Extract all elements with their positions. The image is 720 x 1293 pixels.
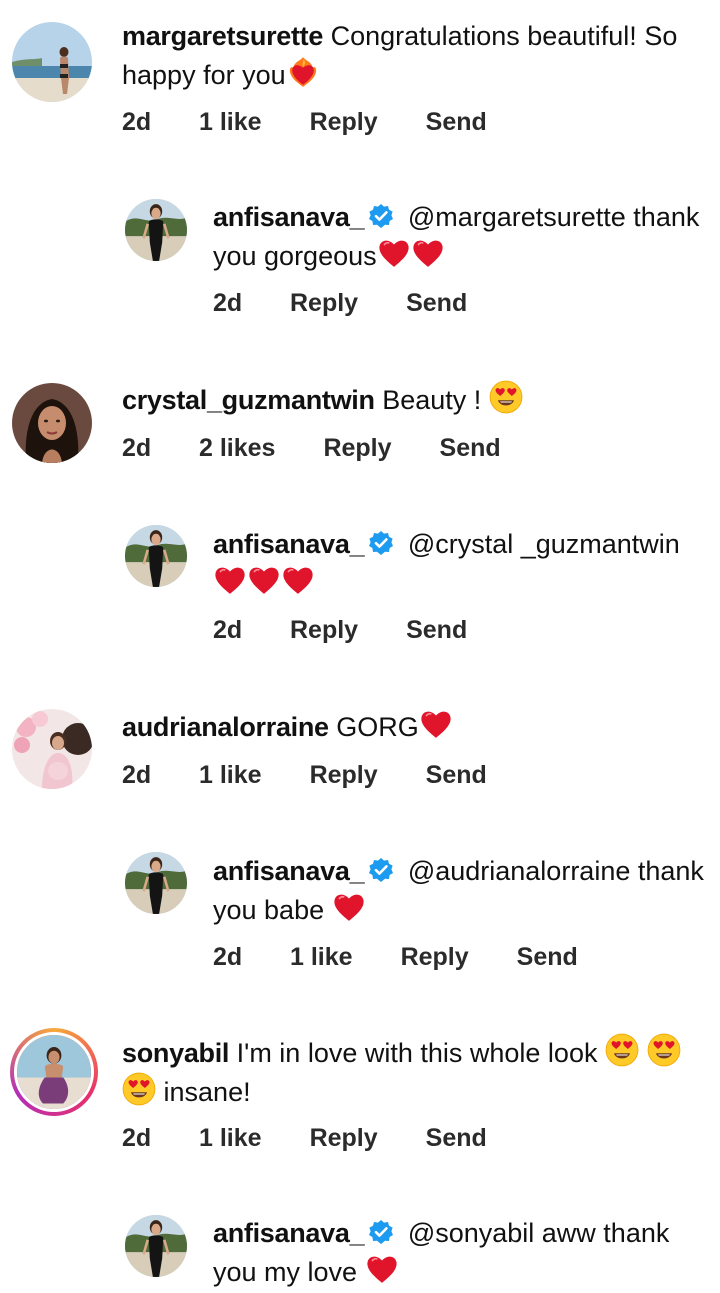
comment-text: margaretsurette Congratulations beautifu… [122, 18, 707, 94]
likes-count[interactable]: 1 like [199, 1124, 262, 1153]
send-button[interactable]: Send [517, 943, 578, 972]
profile-photo-avatar[interactable] [125, 852, 187, 914]
comment-username[interactable]: margaretsurette [122, 21, 323, 51]
fitness-photo-avatar[interactable] [10, 1028, 98, 1116]
red-heart-icon [281, 563, 315, 597]
pink-balloons-avatar[interactable] [12, 709, 92, 789]
comment-text: crystal_guzmantwin Beauty ! [122, 380, 707, 419]
comment-username[interactable]: anfisanava_ [213, 856, 365, 886]
comment-timestamp: 2d [213, 942, 243, 971]
comment-username[interactable]: anfisanava_ [213, 529, 365, 559]
send-button[interactable]: Send [406, 616, 467, 645]
comment-actions: 2d 1 like Reply Send [122, 758, 487, 792]
comment-body: GORG [336, 712, 419, 742]
send-button[interactable]: Send [406, 289, 467, 318]
comment-body: Beauty ! [382, 385, 482, 415]
red-heart-icon [213, 563, 247, 597]
red-heart-icon [419, 707, 453, 741]
reply-button[interactable]: Reply [310, 761, 378, 790]
comment-timestamp: 2d [122, 1123, 152, 1152]
comment-timestamp: 2d [213, 615, 243, 644]
comment-body-end: insane! [163, 1077, 251, 1107]
likes-count[interactable]: 1 like [199, 761, 262, 790]
reply-button[interactable]: Reply [310, 108, 378, 137]
reply-button[interactable]: Reply [290, 289, 358, 318]
heart-eyes-icon [605, 1033, 639, 1067]
reply-button[interactable]: Reply [323, 434, 391, 463]
comment-actions: 2d Reply Send [213, 613, 467, 647]
likes-count[interactable]: 2 likes [199, 434, 275, 463]
likes-count[interactable]: 1 like [290, 943, 353, 972]
comment-username[interactable]: audrianalorraine [122, 712, 329, 742]
red-heart-icon [411, 236, 445, 270]
likes-count[interactable]: 1 like [199, 108, 262, 137]
send-button[interactable]: Send [426, 1124, 487, 1153]
comment-text: anfisanava_ @audrianalorraine thank you … [213, 853, 708, 929]
comment-actions: 2d 1 like Reply Send [122, 105, 487, 139]
send-button[interactable]: Send [426, 108, 487, 137]
beach-photo-avatar[interactable] [12, 22, 92, 102]
comment-text: anfisanava_ @sonyabil aww thank you my l… [213, 1215, 708, 1291]
red-heart-icon [365, 1252, 399, 1286]
verified-badge-icon [368, 857, 394, 883]
comment-text: audrianalorraine GORG [122, 707, 707, 746]
comment-username[interactable]: sonyabil [122, 1038, 229, 1068]
comment-timestamp: 2d [122, 107, 152, 136]
reply-button[interactable]: Reply [401, 943, 469, 972]
comment-timestamp: 2d [122, 433, 152, 462]
comment-timestamp: 2d [213, 288, 243, 317]
heart-on-fire-icon [286, 55, 320, 89]
send-button[interactable]: Send [440, 434, 501, 463]
comment-username[interactable]: crystal_guzmantwin [122, 385, 375, 415]
comment-actions: 2d 1 like Reply Send [122, 1121, 487, 1155]
comment-thread: margaretsurette Congratulations beautifu… [0, 0, 720, 1293]
heart-eyes-icon [489, 380, 523, 414]
comment-actions: 2d 2 likes Reply Send [122, 431, 501, 465]
comment-username[interactable]: anfisanava_ [213, 1218, 365, 1248]
portrait-avatar[interactable] [12, 383, 92, 463]
verified-badge-icon [368, 203, 394, 229]
red-heart-icon [332, 890, 366, 924]
comment-body: @crystal _guzmantwin [407, 529, 680, 559]
story-ring [14, 1032, 94, 1112]
verified-badge-icon [368, 530, 394, 556]
red-heart-icon [247, 563, 281, 597]
profile-photo-avatar[interactable] [125, 199, 187, 261]
comment-text: sonyabil I'm in love with this whole loo… [122, 1033, 707, 1111]
send-button[interactable]: Send [426, 761, 487, 790]
comment-body: I'm in love with this whole look [236, 1038, 598, 1068]
comment-text: anfisanava_ @crystal _guzmantwin [213, 526, 708, 602]
comment-username[interactable]: anfisanava_ [213, 202, 365, 232]
verified-badge-icon [368, 1219, 394, 1245]
red-heart-icon [377, 236, 411, 270]
heart-eyes-icon [647, 1033, 681, 1067]
profile-photo-avatar[interactable] [125, 525, 187, 587]
comment-timestamp: 2d [122, 760, 152, 789]
comment-text: anfisanava_ @margaretsurette thank you g… [213, 199, 708, 275]
comment-actions: 2d Reply Send [213, 286, 467, 320]
profile-photo-avatar[interactable] [125, 1215, 187, 1277]
heart-eyes-icon [122, 1072, 156, 1106]
reply-button[interactable]: Reply [290, 616, 358, 645]
reply-button[interactable]: Reply [310, 1124, 378, 1153]
comment-actions: 2d 1 like Reply Send [213, 940, 578, 974]
